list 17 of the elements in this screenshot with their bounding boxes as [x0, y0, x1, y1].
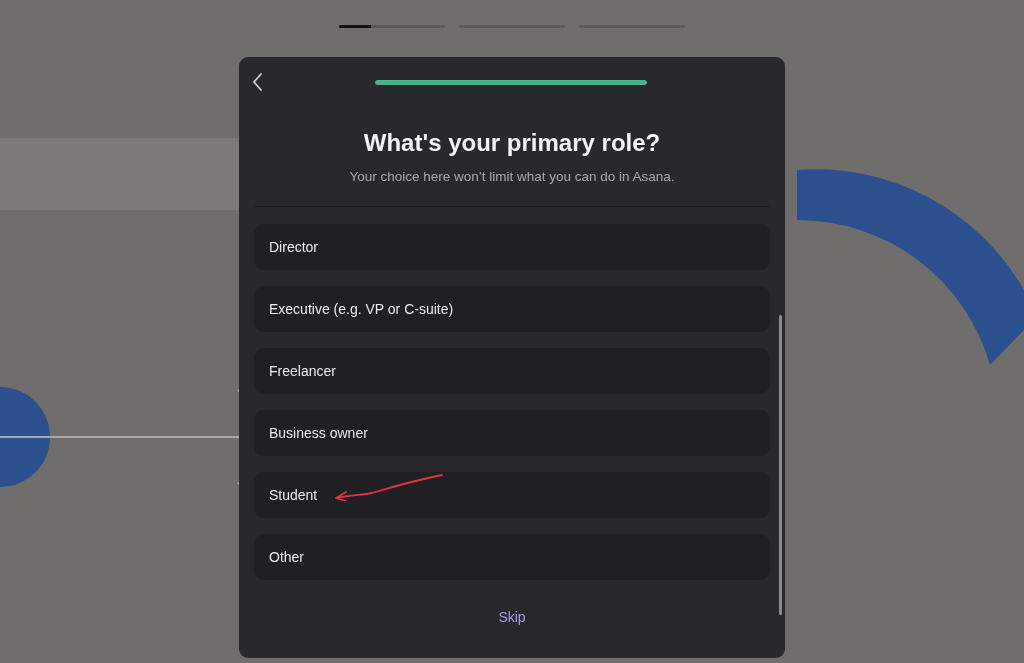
- role-option[interactable]: Director: [254, 224, 770, 270]
- back-chevron-icon[interactable]: [251, 72, 263, 92]
- skip-link[interactable]: Skip: [498, 609, 526, 625]
- role-option-label: Director: [269, 239, 318, 255]
- role-option-label: Student: [269, 487, 318, 503]
- dialog-subtitle: Your choice here won’t limit what you can do in Asana.: [348, 169, 676, 184]
- role-option-label: Business owner: [269, 425, 368, 441]
- role-option-label: Executive (e.g. VP or C-suite): [269, 301, 454, 317]
- role-option-label: Other: [269, 549, 304, 565]
- role-option[interactable]: Other: [254, 534, 770, 580]
- role-option[interactable]: Student: [254, 472, 770, 518]
- role-option[interactable]: Freelancer: [254, 348, 770, 394]
- role-option[interactable]: Business owner: [254, 410, 770, 456]
- scrollbar[interactable]: [779, 315, 782, 615]
- role-option[interactable]: Executive (e.g. VP or C-suite): [254, 286, 770, 332]
- role-option-label: Freelancer: [269, 363, 336, 379]
- dialog-title: What's your primary role?: [362, 129, 662, 157]
